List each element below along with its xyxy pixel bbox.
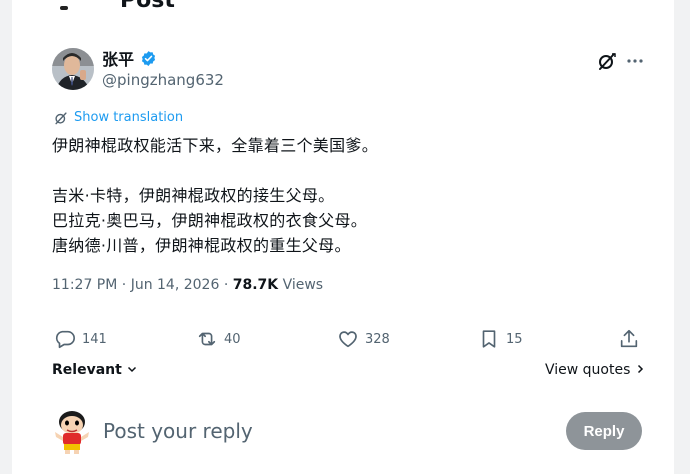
- translate-icon: [55, 111, 67, 124]
- sort-label: Relevant: [52, 362, 122, 378]
- sort-relevant-dropdown[interactable]: Relevant: [52, 362, 137, 378]
- avatar[interactable]: [52, 48, 94, 90]
- verified-badge-icon: [141, 50, 156, 66]
- page-title: Post: [120, 0, 175, 13]
- views-label: Views: [282, 277, 324, 293]
- tweet-text-line: 巴拉克·奥巴马，伊朗神棍政权的衣食父母。: [52, 211, 368, 230]
- like-count: 328: [365, 331, 390, 347]
- reply-button[interactable]: Reply: [566, 412, 642, 450]
- repost-icon: [198, 332, 216, 346]
- reply-input[interactable]: Post your reply: [103, 419, 253, 443]
- chevron-right-icon: [637, 364, 643, 374]
- show-translation-link[interactable]: Show translation: [54, 110, 183, 125]
- tweet-text-line: 伊朗神棍政权能活下来，全靠着三个美国爹。: [52, 136, 379, 155]
- views-count: 78.7K: [232, 277, 279, 293]
- tweet-text-line: 吉米·卡特，伊朗神棍政权的接生父母。: [52, 186, 335, 205]
- bookmark-action-button[interactable]: 15: [478, 328, 523, 350]
- post-card: Post 张平 @pingzhang632 Show translation 伊…: [12, 0, 674, 474]
- tweet-text-line: 唐纳德·川普，伊朗神棍政权的重生父母。: [52, 236, 351, 255]
- user-avatar[interactable]: [52, 408, 92, 454]
- reply-icon: [55, 330, 75, 349]
- more-options-icon[interactable]: [624, 50, 646, 72]
- post-date[interactable]: Jun 14, 2026: [131, 277, 220, 293]
- repost-count: 40: [224, 331, 241, 347]
- like-action-button[interactable]: 328: [337, 328, 390, 350]
- back-icon[interactable]: [60, 6, 68, 10]
- share-action-button[interactable]: [618, 328, 640, 350]
- author-handle[interactable]: @pingzhang632: [102, 71, 224, 89]
- share-icon: [620, 329, 638, 348]
- repost-action-button[interactable]: 40: [196, 328, 241, 350]
- author-name[interactable]: 张平: [102, 46, 134, 70]
- meta-separator: ·: [223, 277, 229, 293]
- heart-icon: [339, 331, 357, 348]
- reply-action-button[interactable]: 141: [54, 328, 107, 350]
- author-name-row[interactable]: 张平: [102, 46, 157, 70]
- view-quotes-link[interactable]: View quotes: [545, 362, 645, 378]
- view-quotes-label: View quotes: [545, 362, 631, 378]
- chevron-down-icon: [127, 366, 136, 373]
- bookmark-icon: [482, 330, 496, 348]
- bookmark-count: 15: [506, 331, 523, 347]
- meta-separator: ·: [121, 277, 127, 293]
- post-time[interactable]: 11:27 PM: [52, 277, 117, 293]
- avatar-image: [52, 48, 94, 90]
- post-meta: 11:27 PM · Jun 14, 2026 · 78.7K Views: [52, 277, 323, 293]
- reply-count: 141: [82, 331, 107, 347]
- show-translation-label[interactable]: Show translation: [74, 110, 183, 125]
- grok-icon[interactable]: [596, 50, 618, 72]
